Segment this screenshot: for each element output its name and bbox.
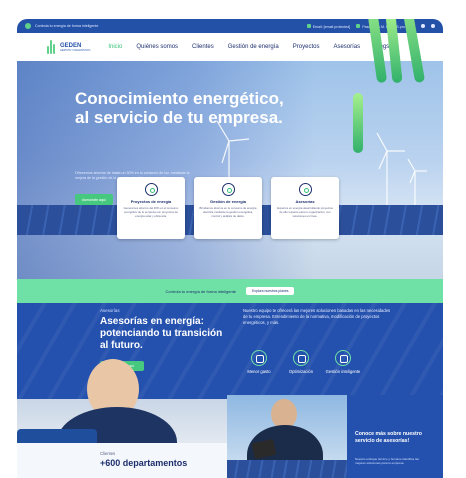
card-text: Expertos en energía desarrollando proyec…: [277, 206, 333, 218]
feature-label: Optimización: [288, 369, 314, 374]
hero-section: Conocimiento energético, al servicio de …: [17, 19, 443, 279]
magnifier-icon: [221, 183, 235, 196]
brand-subtitle: GESTIÓN Y DIAGNÓSTICO: [60, 48, 91, 52]
service-cards: Proyectos de energía Generamos ahorros d…: [117, 177, 339, 239]
card-text: Generamos ahorros del 30% en el consumo …: [123, 206, 179, 218]
service-card-gestion[interactable]: Gestión de energía Brindamos ahorros en …: [194, 177, 262, 239]
feature-label: Gestión inteligente: [325, 369, 361, 374]
logo-mark-icon: [47, 40, 57, 54]
advisory-description: Nuestro equipo te ofrecerá las mejores s…: [243, 308, 391, 325]
advisory-label: Asesorías: [100, 308, 120, 313]
nav-item-gestion-energia[interactable]: Gestión de energía: [228, 44, 279, 50]
brand-logo[interactable]: GEDEN GESTIÓN Y DIAGNÓSTICO: [47, 40, 90, 54]
nav-item-clientes[interactable]: Clientes: [192, 44, 214, 50]
advisory-section: Asesorías Asesorías en energía: potencia…: [17, 303, 443, 399]
optimization-icon: [293, 350, 309, 366]
topbar-email-text: Email: [email protected]: [312, 24, 351, 29]
sun-icon: [144, 183, 158, 196]
twitter-icon[interactable]: [431, 24, 435, 28]
cta-band: Controla tu energía de forma inteligente…: [17, 279, 443, 303]
topbar-email[interactable]: Email: [email protected]: [306, 23, 351, 29]
cta-text: Nuestro enfoque técnico y humano identif…: [355, 457, 419, 466]
hero-primary-button[interactable]: Asesórate aquí: [75, 194, 113, 205]
email-icon: [306, 23, 311, 28]
chart-icon: [335, 350, 351, 366]
feature-gestion: Gestión inteligente: [323, 350, 363, 374]
card-title: Gestión de energía: [209, 199, 246, 204]
feature-label: Menor gasto: [247, 369, 271, 374]
nav-item-asesorias[interactable]: Asesorías: [333, 44, 360, 50]
bottom-section: Clientes +600 departamentos Conoce más s…: [17, 359, 443, 478]
topbar-address: Paseo Luis M. Erasa S.pro: [356, 23, 405, 29]
clients-title: +600 departamentos: [100, 458, 188, 468]
helmet-icon: [298, 183, 312, 196]
card-title: Proyectos de energía: [130, 199, 172, 204]
instagram-icon[interactable]: [421, 24, 425, 28]
nav-item-inicio[interactable]: Inicio: [108, 44, 122, 50]
service-card-proyectos[interactable]: Proyectos de energía Generamos ahorros d…: [117, 177, 185, 239]
service-card-asesorias[interactable]: Asesorías Expertos en energía desarrolla…: [271, 177, 339, 239]
nav-item-proyectos[interactable]: Proyectos: [293, 44, 320, 50]
location-icon: [356, 23, 361, 28]
band-button[interactable]: Explora nuestros planes: [246, 287, 295, 295]
hero-title: Conocimiento energético, al servicio de …: [75, 89, 284, 127]
cta-title: Conoce más sobre nuestro servicio de ase…: [355, 431, 422, 444]
nav-item-quienes-somos[interactable]: Quiénes somos: [136, 44, 178, 50]
advisory-title: Asesorías en energía: potenciando tu tra…: [100, 316, 223, 351]
dollar-icon: [251, 350, 267, 366]
lightning-icon: [25, 23, 31, 29]
topbar-tagline: Controla tu energía de forma inteligente: [35, 24, 99, 28]
website-frame: Controla tu energía de forma inteligente…: [17, 19, 443, 478]
band-text: Controla tu energía de forma inteligente: [165, 288, 237, 294]
feature-optimizacion: Optimización: [281, 350, 321, 374]
clients-block: Clientes +600 departamentos: [100, 451, 187, 468]
feature-menor-gasto: Menor gasto: [239, 350, 279, 374]
nav-items: Inicio Quiénes somos Clientes Gestión de…: [108, 44, 389, 50]
cta-card[interactable]: Conoce más sobre nuestro servicio de ase…: [347, 395, 443, 478]
card-text: Brindamos ahorros en tu consumo de energ…: [199, 206, 257, 218]
card-title: Asesorías: [295, 199, 315, 204]
clients-label: Clientes: [100, 451, 116, 456]
